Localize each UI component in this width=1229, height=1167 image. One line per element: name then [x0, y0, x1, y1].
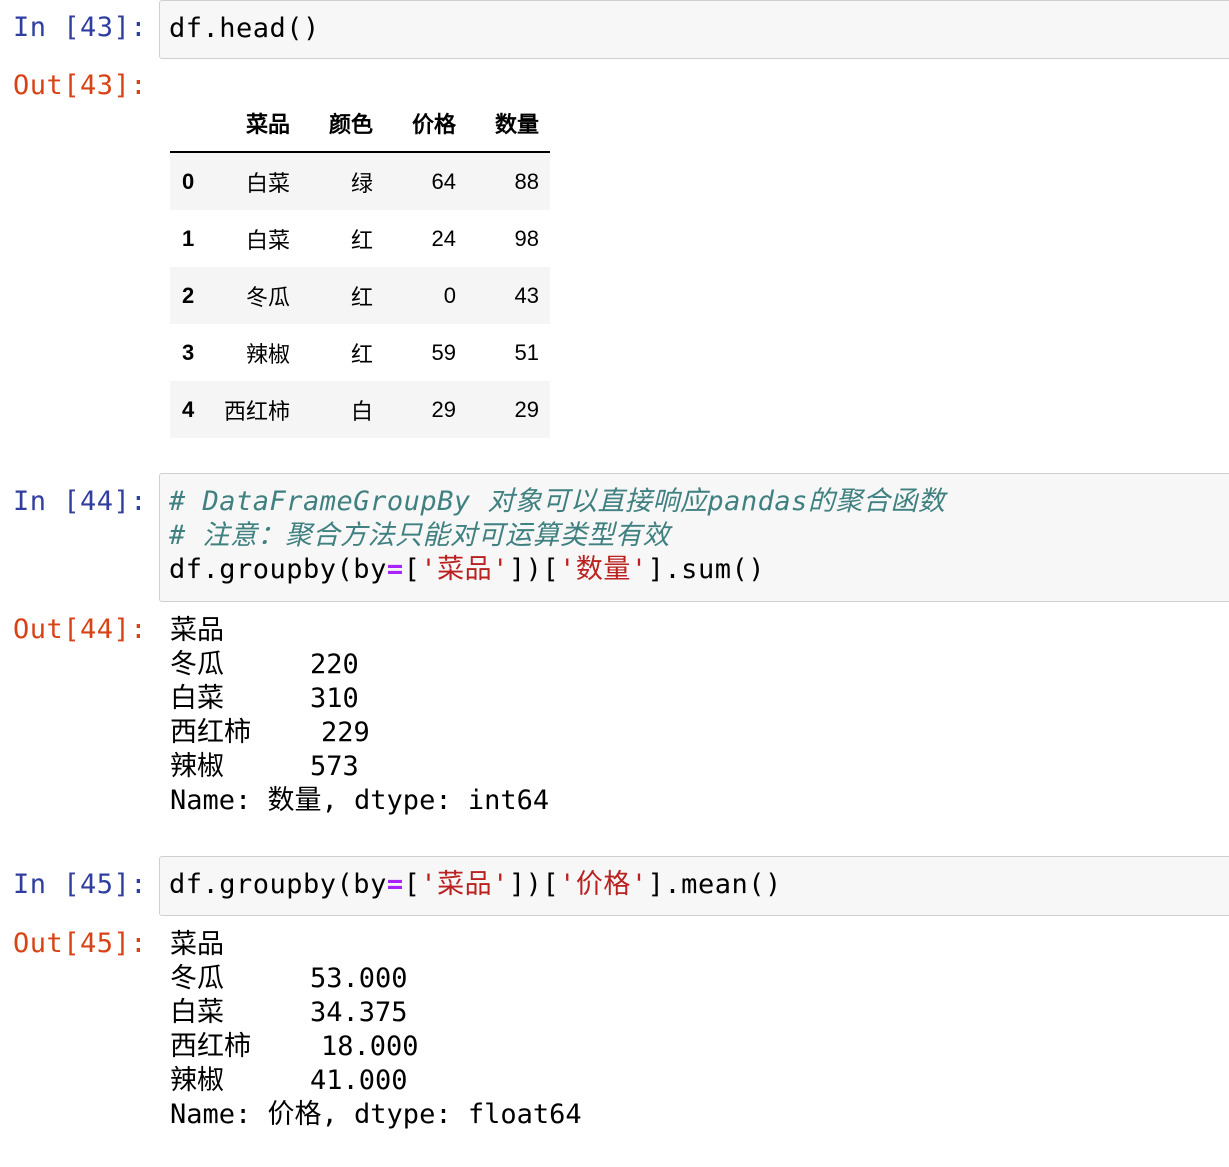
- code-input[interactable]: df.groupby(by=['菜品'])['价格'].mean(): [159, 856, 1229, 916]
- column-header: 菜品: [208, 95, 301, 153]
- table-row: 4 西红柿 白 29 29: [170, 381, 550, 438]
- code-input[interactable]: df.head(): [159, 0, 1229, 59]
- code-string: '价格': [559, 869, 648, 900]
- code-line: df.groupby(by=['菜品'])['数量'].sum(): [169, 553, 1229, 587]
- table-cell: 29: [431, 396, 456, 422]
- code-line: df.groupby(by=['菜品'])['价格'].mean(): [169, 868, 1229, 902]
- column-header: 价格: [384, 95, 467, 153]
- row-index: 4: [182, 396, 195, 422]
- code-operator: =: [386, 869, 404, 900]
- code-line: df.head(): [169, 13, 320, 44]
- table-cell: 红: [350, 227, 373, 253]
- table-cell: 43: [514, 282, 539, 308]
- row-index: 3: [182, 339, 195, 365]
- table-cell: 88: [514, 168, 539, 194]
- code-token: df.groupby(by: [169, 869, 387, 900]
- table-cell: 绿: [350, 170, 373, 196]
- table-cell: 59: [431, 339, 456, 365]
- code-token: df.groupby(by: [169, 554, 387, 585]
- out-prompt: Out[45]:: [13, 928, 148, 959]
- code-token: [: [403, 554, 421, 585]
- table-row: 1 白菜 红 24 98: [170, 210, 550, 267]
- table-cell: 冬瓜: [245, 284, 290, 310]
- code-string: '菜品': [420, 869, 509, 900]
- table-cell: 0: [443, 282, 456, 308]
- code-string: '菜品': [420, 554, 509, 585]
- code-token: ])[: [508, 554, 560, 585]
- in-prompt: In [45]:: [13, 869, 148, 900]
- table-cell: 白菜: [245, 227, 290, 253]
- table-row: 3 辣椒 红 59 51: [170, 324, 550, 381]
- table-cell: 98: [514, 225, 539, 251]
- code-string: '数量': [559, 554, 648, 585]
- table-cell: 西红柿: [223, 398, 290, 424]
- table-cell: 24: [431, 225, 456, 251]
- table-row: 0 白菜 绿 64 88: [170, 152, 550, 210]
- table-cell: 白: [350, 398, 373, 424]
- row-index: 2: [182, 282, 195, 308]
- table-header-row: 菜品 颜色 价格 数量: [170, 95, 550, 153]
- row-index: 0: [182, 168, 195, 194]
- out-prompt: Out[44]:: [13, 614, 148, 645]
- table-cell: 51: [514, 339, 539, 365]
- code-comment: # 注意：聚合方法只能对可运算类型有效: [169, 520, 671, 551]
- code-comment: # DataFrameGroupBy 对象可以直接响应pandas的聚合函数: [169, 486, 946, 517]
- table-cell: 白菜: [245, 170, 290, 196]
- in-prompt: In [44]:: [13, 486, 148, 517]
- table-row: 2 冬瓜 红 0 43: [170, 267, 550, 324]
- table-cell: 29: [514, 396, 539, 422]
- table-cell: 64: [431, 168, 456, 194]
- column-header: 数量: [467, 95, 550, 153]
- table-cell: 红: [350, 341, 373, 367]
- dataframe-table: 菜品 颜色 价格 数量 0 白菜 绿 64 88 1 白菜 红 24 98 2 …: [170, 95, 550, 438]
- code-token: ].sum(): [647, 554, 765, 585]
- index-header: [170, 95, 208, 153]
- code-operator: =: [386, 554, 404, 585]
- table-cell: 辣椒: [245, 341, 290, 367]
- code-token: ])[: [508, 869, 560, 900]
- code-token: [: [403, 869, 421, 900]
- out-prompt: Out[43]:: [13, 70, 148, 101]
- in-prompt: In [43]:: [13, 12, 148, 43]
- code-token: ].mean(): [647, 869, 782, 900]
- column-header: 颜色: [301, 95, 384, 153]
- row-index: 1: [182, 225, 195, 251]
- code-input[interactable]: # DataFrameGroupBy 对象可以直接响应pandas的聚合函数 #…: [159, 473, 1229, 602]
- table-cell: 红: [350, 284, 373, 310]
